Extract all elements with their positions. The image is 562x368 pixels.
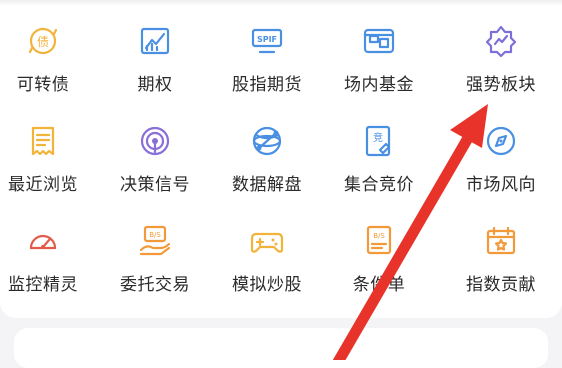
menu-item-label: 强势板块	[466, 75, 536, 95]
menu-item-label: 决策信号	[120, 175, 190, 195]
menu-item-convertible-bond[interactable]: 债可转债	[0, 0, 99, 100]
menu-item-option-chart[interactable]: 期权	[99, 0, 211, 100]
menu-item-entrust-trade[interactable]: B/S 委托交易	[99, 200, 211, 300]
svg-text:SPIF: SPIF	[257, 35, 277, 44]
menu-item-monitor-gauge[interactable]: 监控精灵	[0, 200, 99, 300]
menu-item-fund[interactable]: 场内基金	[323, 0, 435, 100]
menu-item-label: 委托交易	[120, 275, 190, 295]
menu-item-auction[interactable]: 竞集合竞价	[323, 100, 435, 200]
feature-grid: 债可转债 期权 SPIF 股指期货 场内基金 强势板块 最近浏览 决策信号 数据解盘竞集合竞价市…	[0, 0, 562, 318]
option-chart-icon	[136, 22, 174, 60]
menu-item-label: 期权	[137, 75, 173, 95]
svg-text:债: 债	[37, 35, 49, 49]
menu-item-label: 集合竞价	[344, 175, 414, 195]
spif-icon: SPIF	[248, 22, 286, 60]
condition-order-icon: B/S	[360, 222, 398, 260]
auction-icon: 竞	[360, 122, 398, 160]
menu-card: 债可转债 期权 SPIF 股指期货 场内基金 强势板块 最近浏览 决策信号 数据解盘竞集合竞价市…	[0, 0, 562, 318]
menu-item-label: 模拟炒股	[232, 275, 302, 295]
recent-browse-icon	[24, 122, 62, 160]
strong-sector-icon	[482, 22, 520, 60]
menu-item-gamepad[interactable]: 模拟炒股	[211, 200, 323, 300]
svg-text:竞: 竞	[373, 131, 383, 144]
menu-item-recent-browse[interactable]: 最近浏览	[0, 100, 99, 200]
menu-item-label: 条件单	[352, 275, 406, 295]
menu-item-label: 监控精灵	[8, 275, 78, 295]
menu-item-data-globe[interactable]: 数据解盘	[211, 100, 323, 200]
menu-item-index-contribution[interactable]: 指数贡献	[445, 200, 557, 300]
entrust-trade-icon: B/S	[136, 222, 174, 260]
svg-text:B/S: B/S	[373, 232, 385, 240]
decision-signal-icon	[136, 122, 174, 160]
monitor-gauge-icon	[24, 222, 62, 260]
menu-item-decision-signal[interactable]: 决策信号	[99, 100, 211, 200]
menu-item-condition-order[interactable]: B/S 条件单	[323, 200, 435, 300]
compass-icon	[482, 122, 520, 160]
menu-item-label: 市场风向	[466, 175, 536, 195]
menu-item-label: 最近浏览	[8, 175, 78, 195]
menu-item-label: 场内基金	[344, 75, 414, 95]
data-globe-icon	[248, 122, 286, 160]
convertible-bond-icon: 债	[24, 22, 62, 60]
next-card	[14, 328, 548, 368]
index-contribution-icon	[482, 222, 520, 260]
menu-item-spif[interactable]: SPIF 股指期货	[211, 0, 323, 100]
menu-item-compass[interactable]: 市场风向	[445, 100, 557, 200]
menu-item-label: 可转债	[16, 75, 70, 95]
svg-text:B/S: B/S	[149, 231, 161, 239]
fund-icon	[360, 22, 398, 60]
menu-item-label: 数据解盘	[232, 175, 302, 195]
gamepad-icon	[248, 222, 286, 260]
menu-item-label: 股指期货	[232, 75, 302, 95]
menu-item-label: 指数贡献	[466, 275, 536, 295]
menu-item-strong-sector[interactable]: 强势板块	[445, 0, 557, 100]
